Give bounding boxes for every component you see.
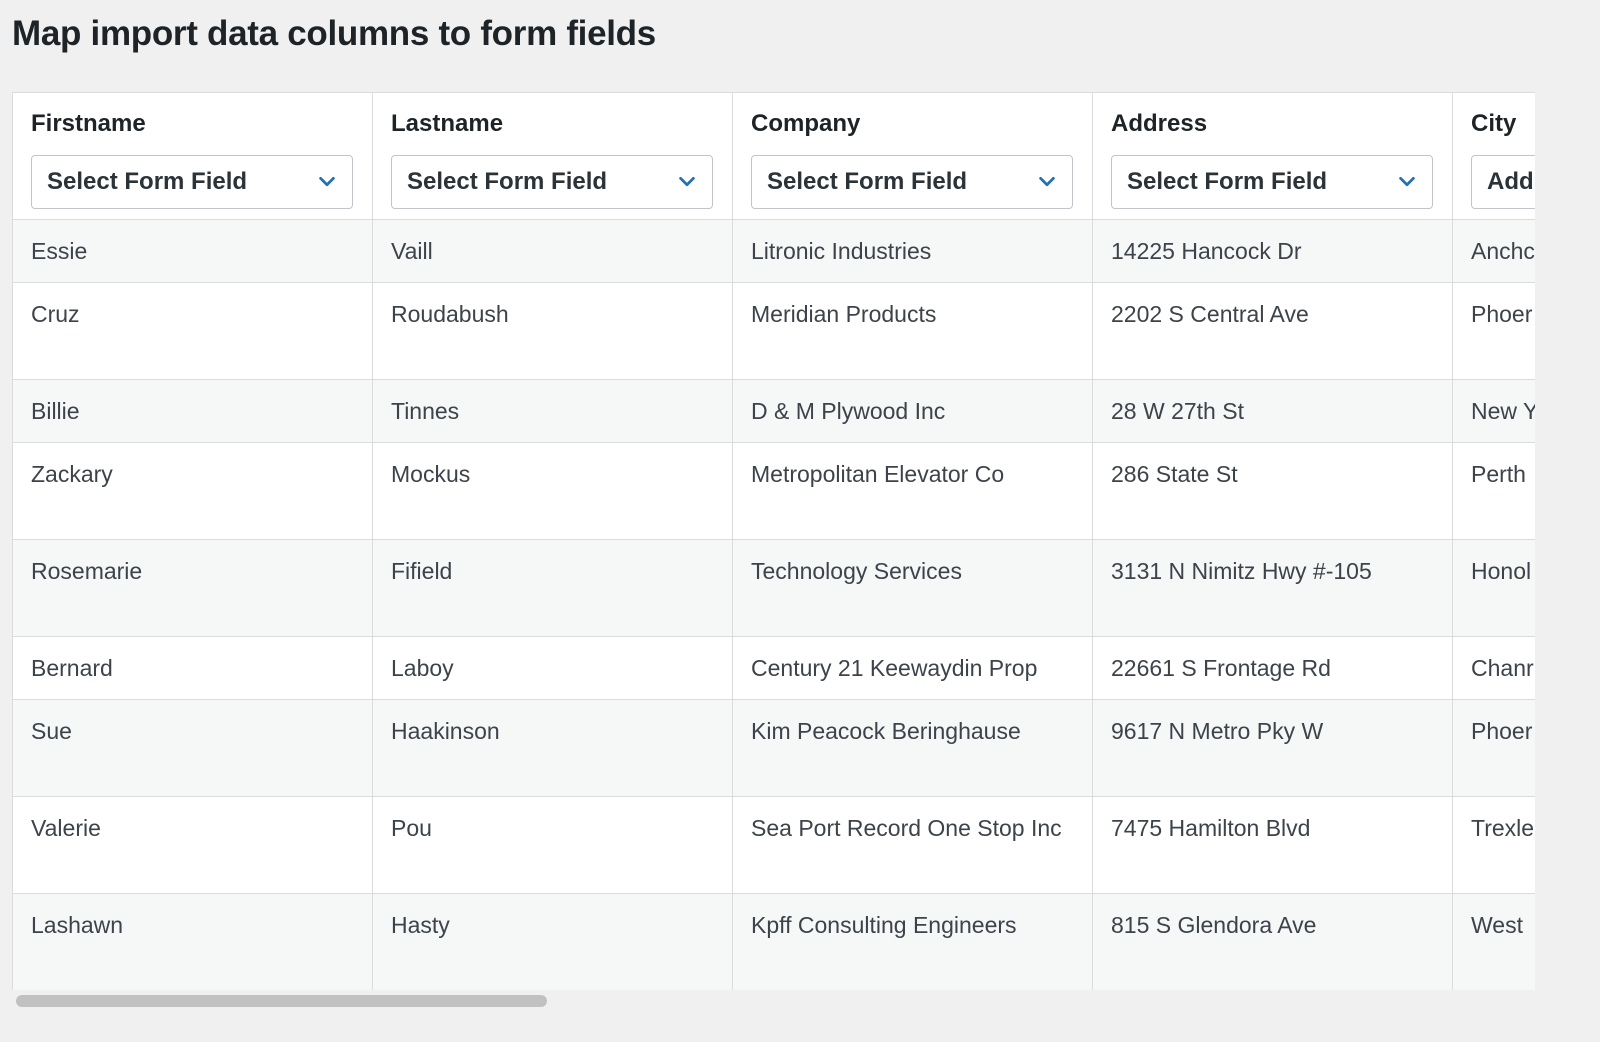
- cell-city: New Y: [1452, 379, 1535, 443]
- cell-firstname: Essie: [12, 219, 373, 283]
- horizontal-scrollbar[interactable]: [12, 990, 1535, 1012]
- table-row: Zackary Mockus Metropolitan Elevator Co …: [12, 442, 1535, 540]
- table-row: Lashawn Hasty Kpff Consulting Engineers …: [12, 893, 1535, 990]
- table-row: Sue Haakinson Kim Peacock Beringhause 96…: [12, 699, 1535, 797]
- cell-city: Chanr: [1452, 636, 1535, 700]
- cell-address: 2202 S Central Ave: [1092, 282, 1453, 380]
- cell-lastname: Laboy: [372, 636, 733, 700]
- table-row: Bernard Laboy Century 21 Keewaydin Prop …: [12, 636, 1535, 700]
- column-label: City: [1471, 110, 1517, 137]
- cell-firstname: Lashawn: [12, 893, 373, 990]
- chevron-down-icon: [1399, 176, 1415, 187]
- chevron-down-icon: [679, 176, 695, 187]
- chevron-down-icon: [319, 176, 335, 187]
- scrollbar-thumb[interactable]: [16, 995, 547, 1007]
- column-header-city: City Add: [1452, 93, 1535, 220]
- table-header-row: Firstname Select Form Field Lastname Sel…: [12, 93, 1535, 220]
- select-value: Add: [1487, 168, 1534, 195]
- column-label: Company: [751, 110, 861, 137]
- cell-lastname: Haakinson: [372, 699, 733, 797]
- cell-company: D & M Plywood Inc: [732, 379, 1093, 443]
- select-value: Select Form Field: [407, 168, 608, 195]
- page-title: Map import data columns to form fields: [12, 14, 656, 53]
- cell-address: 22661 S Frontage Rd: [1092, 636, 1453, 700]
- column-label: Firstname: [31, 110, 146, 137]
- cell-address: 815 S Glendora Ave: [1092, 893, 1453, 990]
- cell-firstname: Valerie: [12, 796, 373, 894]
- address-form-field-select[interactable]: Select Form Field: [1111, 155, 1433, 209]
- cell-firstname: Bernard: [12, 636, 373, 700]
- cell-city: Trexle: [1452, 796, 1535, 894]
- cell-firstname: Billie: [12, 379, 373, 443]
- column-header-firstname: Firstname Select Form Field: [12, 93, 373, 220]
- cell-company: Sea Port Record One Stop Inc: [732, 796, 1093, 894]
- select-value: Select Form Field: [47, 168, 248, 195]
- cell-address: 14225 Hancock Dr: [1092, 219, 1453, 283]
- select-value: Select Form Field: [767, 168, 968, 195]
- cell-company: Litronic Industries: [732, 219, 1093, 283]
- chevron-down-icon: [1039, 176, 1055, 187]
- cell-firstname: Cruz: [12, 282, 373, 380]
- cell-lastname: Hasty: [372, 893, 733, 990]
- cell-company: Metropolitan Elevator Co: [732, 442, 1093, 540]
- cell-city: Anchc: [1452, 219, 1535, 283]
- column-header-company: Company Select Form Field: [732, 93, 1093, 220]
- column-header-address: Address Select Form Field: [1092, 93, 1453, 220]
- cell-lastname: Pou: [372, 796, 733, 894]
- cell-city: Perth: [1452, 442, 1535, 540]
- company-form-field-select[interactable]: Select Form Field: [751, 155, 1073, 209]
- cell-lastname: Fifield: [372, 539, 733, 637]
- cell-address: 28 W 27th St: [1092, 379, 1453, 443]
- cell-city: Phoer: [1452, 699, 1535, 797]
- cell-city: Phoer: [1452, 282, 1535, 380]
- column-label: Lastname: [391, 110, 504, 137]
- cell-company: Kpff Consulting Engineers: [732, 893, 1093, 990]
- cell-city: West: [1452, 893, 1535, 990]
- cell-lastname: Roudabush: [372, 282, 733, 380]
- import-mapping-table[interactable]: Firstname Select Form Field Lastname Sel…: [12, 92, 1535, 990]
- cell-firstname: Sue: [12, 699, 373, 797]
- cell-lastname: Mockus: [372, 442, 733, 540]
- cell-lastname: Vaill: [372, 219, 733, 283]
- table-row: Essie Vaill Litronic Industries 14225 Ha…: [12, 219, 1535, 283]
- lastname-form-field-select[interactable]: Select Form Field: [391, 155, 713, 209]
- table-row: Rosemarie Fifield Technology Services 31…: [12, 539, 1535, 637]
- select-value: Select Form Field: [1127, 168, 1328, 195]
- cell-address: 7475 Hamilton Blvd: [1092, 796, 1453, 894]
- cell-firstname: Rosemarie: [12, 539, 373, 637]
- cell-address: 3131 N Nimitz Hwy #-105: [1092, 539, 1453, 637]
- city-form-field-select[interactable]: Add: [1471, 155, 1535, 209]
- cell-firstname: Zackary: [12, 442, 373, 540]
- cell-address: 9617 N Metro Pky W: [1092, 699, 1453, 797]
- cell-company: Technology Services: [732, 539, 1093, 637]
- table-row: Valerie Pou Sea Port Record One Stop Inc…: [12, 796, 1535, 894]
- table-row: Cruz Roudabush Meridian Products 2202 S …: [12, 282, 1535, 380]
- firstname-form-field-select[interactable]: Select Form Field: [31, 155, 353, 209]
- cell-company: Meridian Products: [732, 282, 1093, 380]
- column-header-lastname: Lastname Select Form Field: [372, 93, 733, 220]
- cell-company: Kim Peacock Beringhause: [732, 699, 1093, 797]
- column-label: Address: [1111, 110, 1208, 137]
- cell-address: 286 State St: [1092, 442, 1453, 540]
- table-row: Billie Tinnes D & M Plywood Inc 28 W 27t…: [12, 379, 1535, 443]
- cell-city: Honol: [1452, 539, 1535, 637]
- cell-company: Century 21 Keewaydin Prop: [732, 636, 1093, 700]
- cell-lastname: Tinnes: [372, 379, 733, 443]
